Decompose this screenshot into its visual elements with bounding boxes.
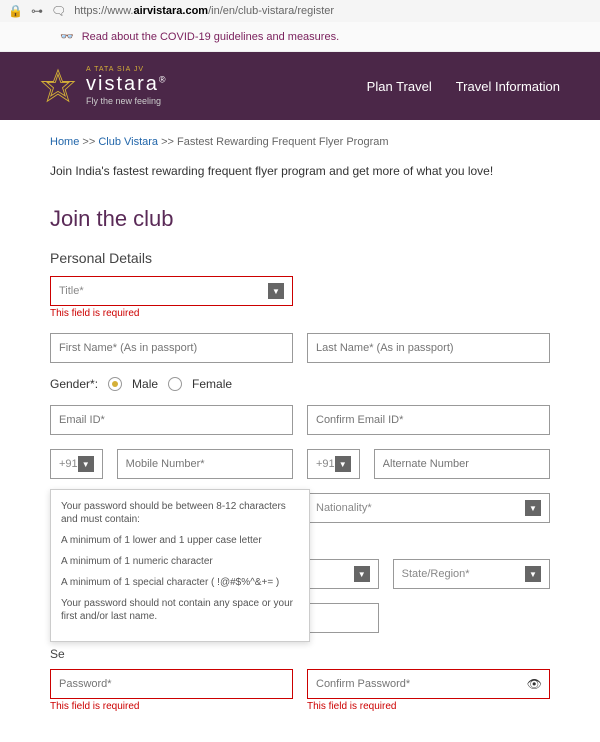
browser-address-bar: 🔒 ⊶ 🗨 https://www.airvistara.com/in/en/c… bbox=[0, 0, 600, 22]
logo-star-icon bbox=[40, 68, 76, 104]
nav-travel-info[interactable]: Travel Information bbox=[456, 79, 560, 94]
title-error: This field is required bbox=[50, 308, 293, 319]
logo-tata: A TATA SIA JV bbox=[86, 66, 168, 73]
gender-label: Gender*: bbox=[50, 377, 98, 391]
section-security: Se bbox=[50, 647, 550, 661]
logo-name: vistara® bbox=[86, 73, 168, 96]
breadcrumb-current: Fastest Rewarding Frequent Flyer Program bbox=[177, 136, 389, 148]
url-text[interactable]: https://www.airvistara.com/in/en/club-vi… bbox=[74, 5, 592, 17]
alt-number-input[interactable] bbox=[374, 449, 550, 479]
radio-female[interactable] bbox=[168, 377, 182, 391]
breadcrumb-club[interactable]: Club Vistara bbox=[98, 136, 158, 148]
title-select[interactable]: Title*▼ bbox=[50, 276, 293, 306]
email-input[interactable] bbox=[50, 405, 293, 435]
confirm-password-error: This field is required bbox=[307, 701, 550, 712]
shield-icon: 🗨 bbox=[51, 4, 66, 18]
lock-icon: 🔒 bbox=[8, 4, 23, 18]
mobile-input[interactable] bbox=[117, 449, 293, 479]
key-icon: ⊶ bbox=[31, 4, 43, 18]
breadcrumb-home[interactable]: Home bbox=[50, 136, 79, 148]
country-code-select[interactable]: +91▼ bbox=[50, 449, 103, 479]
intro-text: Join India's fastest rewarding frequent … bbox=[50, 164, 550, 178]
confirm-password-input[interactable] bbox=[307, 669, 550, 699]
logo[interactable]: A TATA SIA JV vistara® Fly the new feeli… bbox=[40, 66, 168, 106]
last-name-input[interactable] bbox=[307, 333, 550, 363]
nav-plan-travel[interactable]: Plan Travel bbox=[367, 79, 432, 94]
password-tooltip: Your password should be between 8-12 cha… bbox=[50, 489, 310, 642]
info-icon: 👓 bbox=[60, 30, 74, 43]
first-name-input[interactable] bbox=[50, 333, 293, 363]
section-personal: Personal Details bbox=[50, 250, 550, 266]
chevron-down-icon: ▼ bbox=[525, 500, 541, 516]
chevron-down-icon: ▼ bbox=[335, 456, 351, 472]
state-select[interactable]: State/Region*▼ bbox=[393, 559, 550, 589]
covid-text: Read about the COVID-19 guidelines and m… bbox=[82, 31, 339, 43]
chevron-down-icon: ▼ bbox=[78, 456, 94, 472]
nationality-select[interactable]: Nationality*▼ bbox=[307, 493, 550, 523]
breadcrumb: Home >> Club Vistara >> Fastest Rewardin… bbox=[50, 136, 550, 148]
radio-male[interactable] bbox=[108, 377, 122, 391]
site-header: A TATA SIA JV vistara® Fly the new feeli… bbox=[0, 52, 600, 120]
main-nav: Plan Travel Travel Information bbox=[367, 79, 560, 94]
password-input[interactable] bbox=[50, 669, 293, 699]
alt-code-select[interactable]: +91▼ bbox=[307, 449, 360, 479]
gender-row: Gender*: Male Female bbox=[50, 377, 550, 391]
covid-banner[interactable]: 👓 Read about the COVID-19 guidelines and… bbox=[0, 22, 600, 52]
logo-tagline: Fly the new feeling bbox=[86, 96, 168, 106]
password-error: This field is required bbox=[50, 701, 293, 712]
chevron-down-icon: ▼ bbox=[525, 566, 541, 582]
chevron-down-icon: ▼ bbox=[354, 566, 370, 582]
chevron-down-icon: ▼ bbox=[268, 283, 284, 299]
eye-icon[interactable]: 👁 bbox=[527, 677, 542, 691]
page-title: Join the club bbox=[50, 206, 550, 232]
confirm-email-input[interactable] bbox=[307, 405, 550, 435]
